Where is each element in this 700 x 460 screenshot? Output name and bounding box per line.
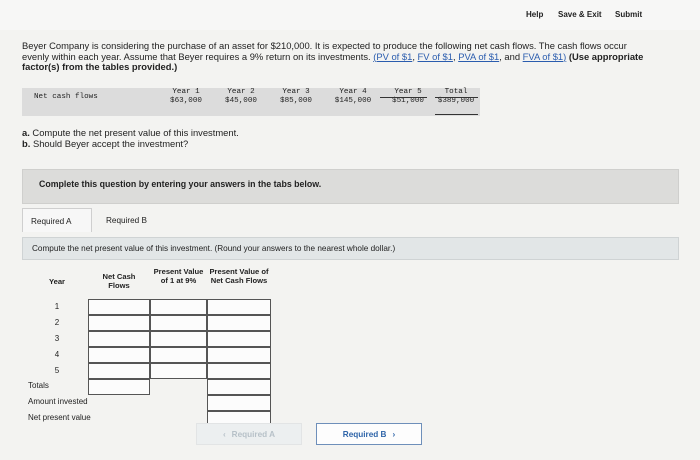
question-a-label: a. [22,127,30,138]
year-cell: 4 [54,350,60,359]
pv-cash-flow-input[interactable] [207,363,271,379]
totals-pv-input[interactable] [207,379,271,395]
cash-flow-column: Year 1 $63,000 [160,88,212,106]
next-required-b-button[interactable]: Required B › [316,423,422,445]
tab-required-a[interactable]: Required A [22,208,92,232]
cash-flow-column: Year 3 $85,000 [270,88,322,106]
cash-flow-amount: $389,000 [437,97,475,105]
double-underline [435,114,478,115]
header-year: Year [48,277,66,286]
cash-flow-column: Year 4 $145,000 [324,88,382,106]
npv-label: Net present value [28,413,91,422]
underline [380,97,427,98]
pv-factor-input[interactable] [150,331,207,347]
amount-invested-input[interactable] [207,395,271,411]
pv-cash-flow-input[interactable] [207,299,271,315]
submit-button[interactable]: Submit [615,10,642,19]
net-cash-flow-input[interactable] [88,315,150,331]
cash-flow-year: Year 5 [394,88,422,96]
chevron-right-icon: › [392,430,396,439]
year-cell: 3 [54,334,60,343]
next-button-label: Required B [342,430,387,439]
prev-required-a-button[interactable]: ‹ Required A [196,423,302,445]
problem-statement: Beyer Company is considering the purchas… [22,40,652,73]
cash-flow-amount: $45,000 [225,97,257,105]
cash-flow-year: Year 3 [282,88,310,96]
cash-flow-amount: $51,000 [392,97,424,105]
chevron-left-icon: ‹ [222,430,226,439]
pva-of-1-link[interactable]: PVA of $1 [458,51,499,62]
totals-net-cash-flow-input[interactable] [88,379,150,395]
net-cash-flow-input[interactable] [88,331,150,347]
cash-flow-year: Year 2 [227,88,255,96]
amount-invested-label: Amount invested [28,397,88,406]
cash-flow-year: Year 1 [172,88,200,96]
cash-flow-amount: $63,000 [170,97,202,105]
pv-cash-flow-input[interactable] [207,315,271,331]
year-cell: 2 [54,318,60,327]
pv-factor-input[interactable] [150,363,207,379]
cash-flow-table: Net cash flows Year 1 $63,000 Year 2 $45… [22,88,480,116]
pv-factor-input[interactable] [150,299,207,315]
pv-cash-flow-input[interactable] [207,347,271,363]
net-cash-flow-input[interactable] [88,299,150,315]
tab-required-b[interactable]: Required B [98,208,168,232]
fv-of-1-link[interactable]: FV of $1 [418,51,453,62]
question-b: b. Should Beyer accept the investment? [22,138,239,149]
pv-factor-input[interactable] [150,347,207,363]
header-net-cash-flows: Net Cash Flows [102,272,136,290]
fva-of-1-link[interactable]: FVA of $1) [523,51,567,62]
instruction-banner: Complete this question by entering your … [22,169,679,204]
question-a-text: Compute the net present value of this in… [29,127,239,138]
cash-flow-year: Year 4 [339,88,367,96]
pv-of-1-link[interactable]: (PV of $1 [373,51,412,62]
cash-flow-year: Total [444,88,468,96]
cash-flow-column: Year 2 $45,000 [215,88,267,106]
instruction-text: Compute the net present value of this in… [32,244,396,253]
pv-factor-input[interactable] [150,315,207,331]
cash-flow-amount: $145,000 [334,97,372,105]
pv-cash-flow-input[interactable] [207,331,271,347]
net-cash-flow-input[interactable] [88,347,150,363]
problem-separator: , and [499,50,523,62]
header-pv-cash-flows: Present Value of Net Cash Flows [209,267,269,285]
year-cell: 1 [54,302,60,311]
cash-flow-row-label: Net cash flows [34,93,98,101]
instruction-bar: Compute the net present value of this in… [22,237,679,260]
underline [435,97,478,98]
save-exit-button[interactable]: Save & Exit [558,10,602,19]
help-button[interactable]: Help [526,10,543,19]
prev-button-label: Required A [231,430,276,439]
header-pv-factor: Present Value of 1 at 9% [153,267,204,285]
totals-label: Totals [28,381,49,390]
net-cash-flow-input[interactable] [88,363,150,379]
question-a: a. Compute the net present value of this… [22,127,239,138]
top-bar: Help Save & Exit Submit [0,0,700,30]
cash-flow-amount: $85,000 [280,97,312,105]
question-b-text: Should Beyer accept the investment? [30,138,189,149]
year-cell: 5 [54,366,60,375]
banner-text: Complete this question by entering your … [39,179,322,189]
questions: a. Compute the net present value of this… [22,127,239,149]
tab-bar: Required A Required B [22,208,679,233]
